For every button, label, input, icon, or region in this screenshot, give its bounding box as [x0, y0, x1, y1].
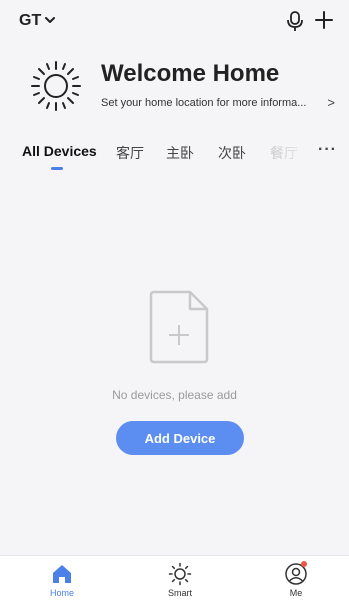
chevron-right-icon[interactable]: > — [327, 95, 335, 110]
add-device-button[interactable]: Add Device — [116, 421, 244, 455]
sun-icon — [28, 58, 84, 114]
nav-home-label: Home — [49, 588, 74, 598]
file-add-icon — [148, 289, 210, 365]
nav-smart-label: Smart — [167, 588, 192, 598]
bottom-navigation: Home Smart Me — [0, 555, 349, 605]
active-tab-indicator — [51, 167, 63, 170]
nav-home[interactable]: Home — [32, 562, 92, 598]
microphone-icon[interactable] — [285, 10, 305, 32]
notification-badge — [301, 561, 307, 567]
tab-master-bedroom[interactable]: 主卧 — [166, 143, 194, 163]
tab-fade-overlay — [260, 143, 310, 163]
nav-me-label: Me — [289, 588, 303, 598]
tab-living-room[interactable]: 客厅 — [116, 143, 144, 163]
home-switcher[interactable]: GT — [19, 12, 56, 30]
empty-state-message: No devices, please add — [112, 388, 237, 402]
top-bar: GT — [0, 0, 349, 42]
more-icon[interactable]: ··· — [318, 141, 337, 159]
home-name: GT — [19, 12, 42, 29]
plus-icon[interactable] — [313, 9, 335, 31]
home-icon — [50, 562, 74, 586]
sun-icon — [168, 562, 192, 586]
room-tabs: All Devices 客厅 主卧 次卧 餐厅 ··· — [0, 141, 349, 179]
app-screen: GT Welcome Home Set your home location f… — [0, 0, 349, 605]
tab-second-bedroom[interactable]: 次卧 — [218, 143, 246, 163]
welcome-subtitle: Set your home location for more informa.… — [101, 97, 307, 109]
tab-all-devices[interactable]: All Devices — [22, 143, 97, 159]
welcome-title: Welcome Home — [101, 60, 280, 87]
nav-smart[interactable]: Smart — [150, 562, 210, 598]
chevron-down-icon — [45, 16, 56, 27]
nav-me[interactable]: Me — [266, 561, 326, 598]
